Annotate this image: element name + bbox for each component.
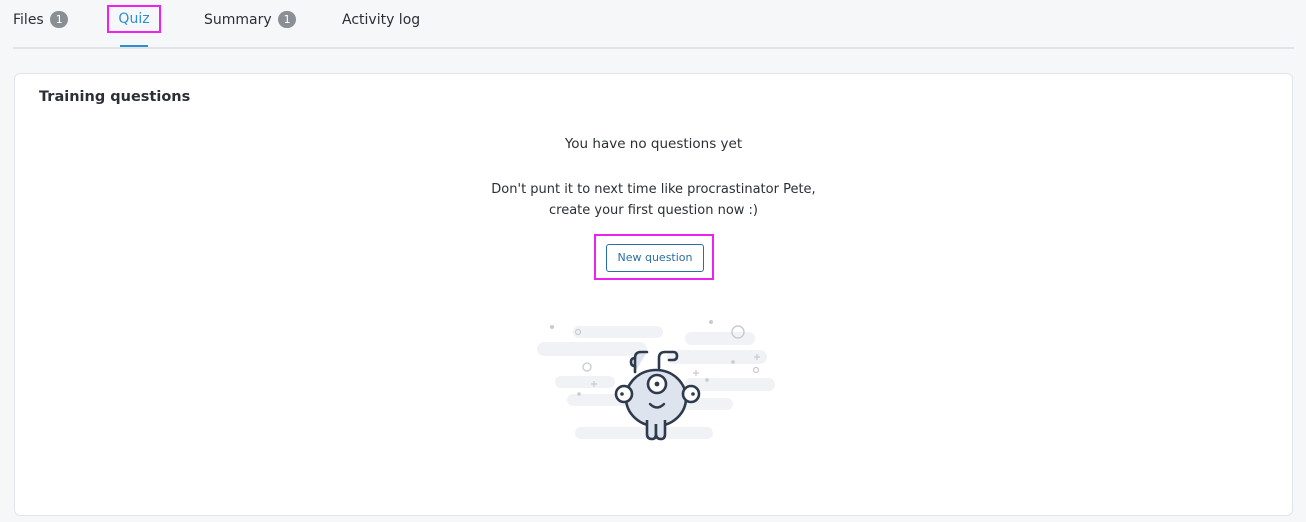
tab-bar: Files 1 Quiz Summary 1 Activity log: [13, 0, 1294, 49]
empty-state-description-line-1: Don't punt it to next time like procrast…: [491, 182, 816, 197]
summary-count-badge: 1: [278, 11, 297, 28]
monster-illustration-icon: [537, 320, 775, 441]
tab-quiz[interactable]: Quiz: [107, 5, 161, 33]
empty-state-title: You have no questions yet: [564, 136, 743, 152]
empty-state-description-line-2: create your first question now :): [548, 203, 758, 218]
card-title: Training questions: [39, 89, 191, 105]
new-question-button[interactable]: New question: [606, 244, 704, 272]
training-questions-card: Training questions You have no questions…: [14, 73, 1293, 516]
tab-activity-log-label: Activity log: [342, 12, 421, 28]
empty-state-description: Don't punt it to next time like procrast…: [15, 179, 1292, 221]
files-count-badge: 1: [50, 11, 69, 28]
tab-files-label: Files: [13, 12, 44, 28]
tab-summary[interactable]: Summary 1: [204, 11, 297, 29]
tab-files[interactable]: Files 1: [13, 11, 69, 29]
tab-quiz-label: Quiz: [118, 11, 150, 27]
new-question-highlight: New question: [594, 234, 714, 280]
tab-summary-label: Summary: [204, 12, 272, 28]
tab-activity-log[interactable]: Activity log: [342, 11, 420, 29]
active-tab-indicator: [120, 45, 148, 47]
